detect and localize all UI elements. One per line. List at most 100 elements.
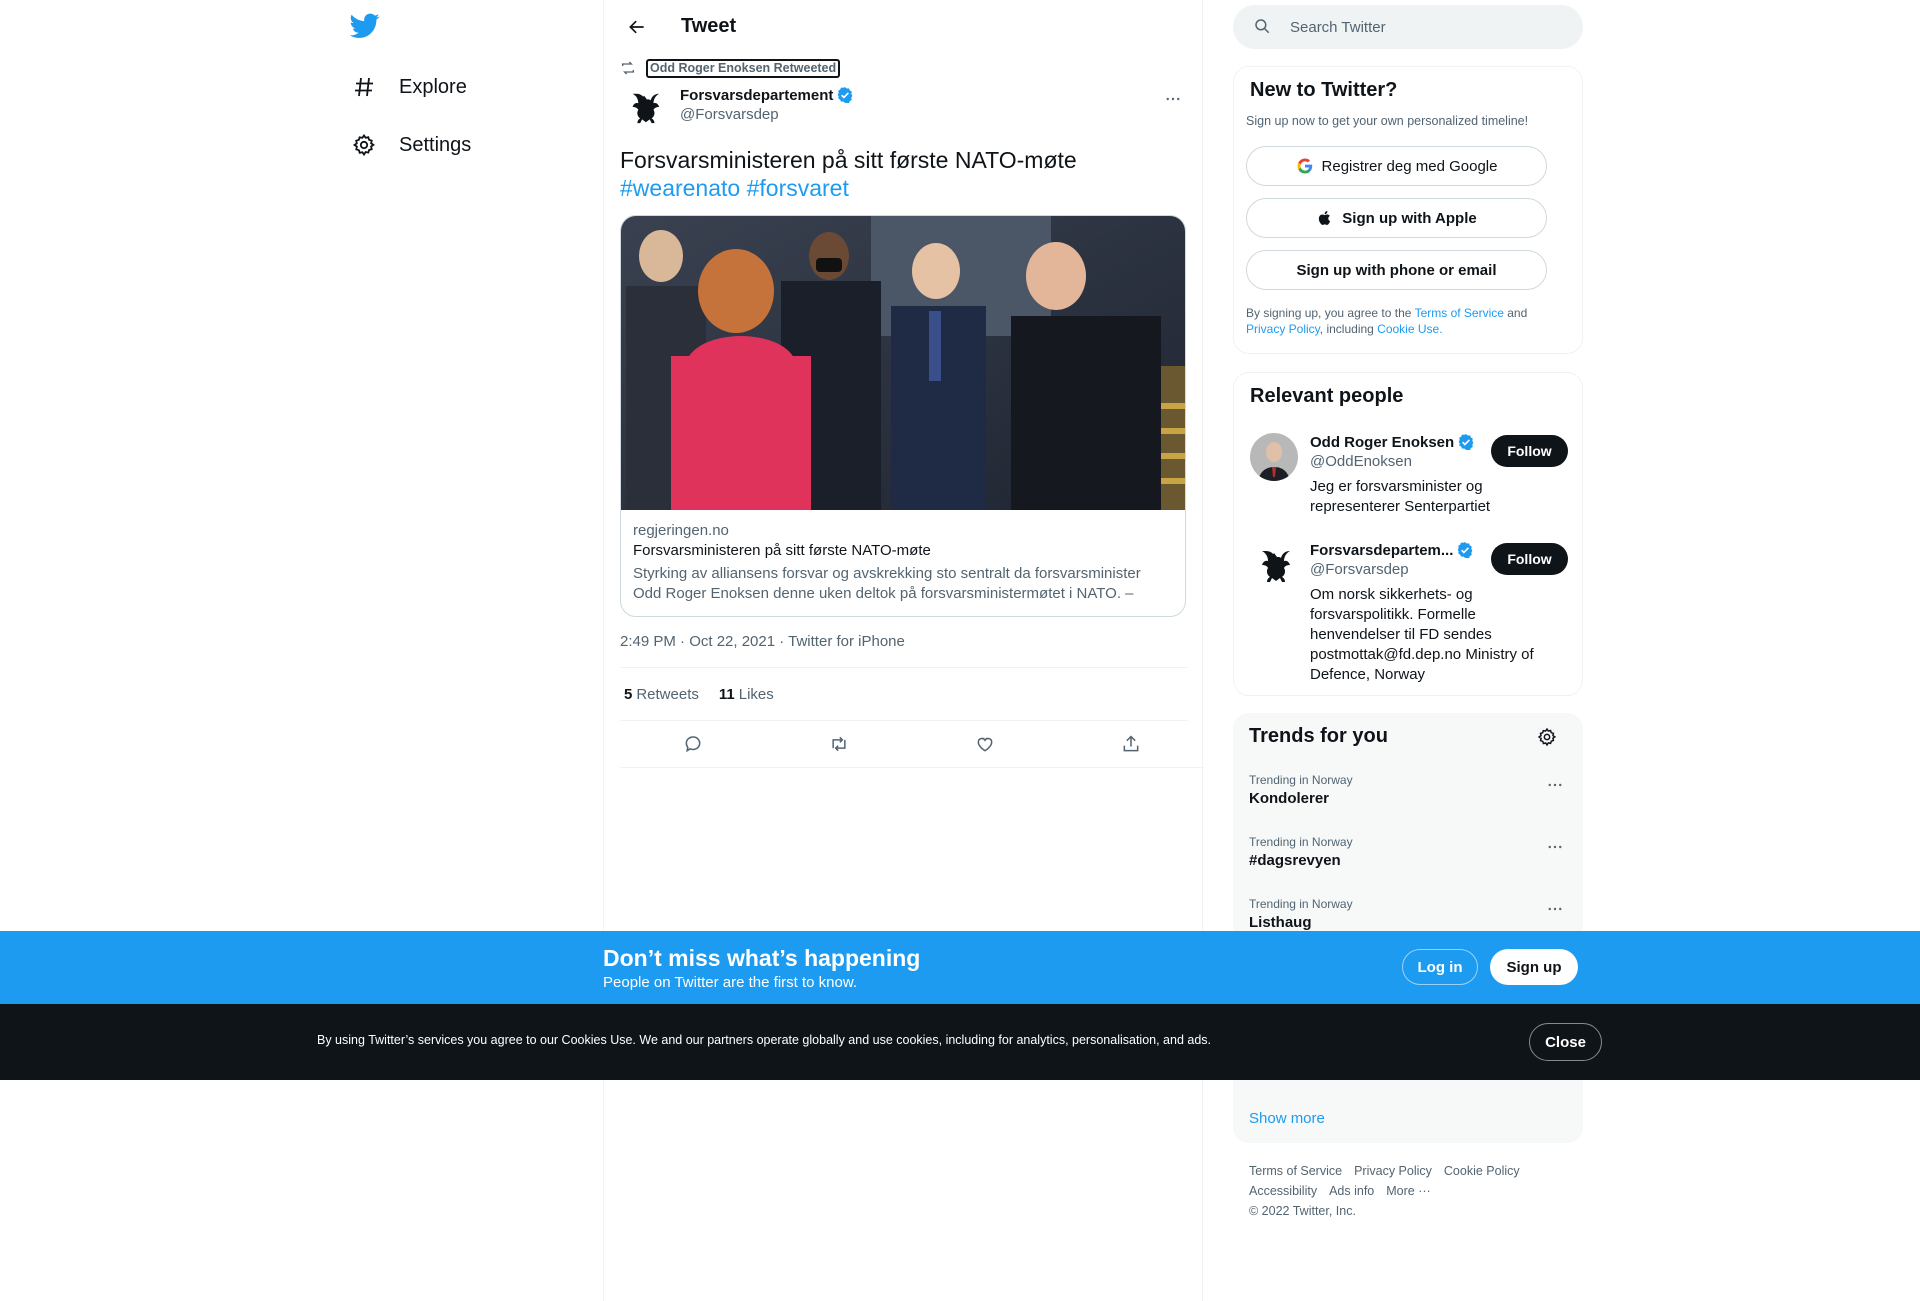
signup-banner: Don’t miss what’s happening People on Tw… [0, 931, 1920, 1004]
nav-settings[interactable]: Settings [350, 120, 471, 170]
terms-and: and [1503, 306, 1528, 320]
timestamp-text: 2:49 PM · Oct 22, 2021 · Twitter for iPh… [620, 633, 905, 650]
google-signup-button[interactable]: Registrer deg med Google [1246, 146, 1547, 186]
footer-link[interactable]: Cookie Policy [1444, 1164, 1520, 1178]
more-icon[interactable] [1158, 87, 1188, 111]
person-info: Forsvarsdepartem... @Forsvarsdep [1310, 541, 1490, 578]
follow-button[interactable]: Follow [1491, 543, 1568, 575]
back-arrow-icon[interactable] [620, 10, 654, 44]
search-icon [1253, 17, 1273, 37]
cookie-text: By using Twitter’s services you agree to… [317, 1033, 1212, 1047]
footer-link[interactable]: Terms of Service [1249, 1164, 1342, 1178]
cookie-bar: By using Twitter’s services you agree to… [0, 1004, 1920, 1080]
gear-icon [350, 131, 378, 159]
tweet-stats: 5 Retweets 11 Likes [620, 668, 1188, 721]
avatar[interactable] [1250, 433, 1298, 481]
nav-settings-label: Settings [399, 133, 472, 156]
footer-link[interactable]: Privacy Policy [1354, 1164, 1432, 1178]
retweets-count: 5 [624, 685, 633, 703]
trend-item[interactable]: Trending in Norway Listhaug [1249, 897, 1567, 931]
trend-item[interactable]: Trending in Norway #dagsrevyen [1249, 835, 1567, 869]
like-icon[interactable] [967, 726, 1003, 762]
verified-badge-icon [1457, 433, 1475, 451]
person-name-text: Odd Roger Enoksen [1310, 433, 1455, 451]
author-handle[interactable]: @Forsvarsdep [680, 106, 854, 123]
card-meta: regjeringen.no Forsvarsministeren på sit… [621, 510, 1185, 616]
apple-signup-button[interactable]: Sign up with Apple [1246, 198, 1547, 238]
footer-link[interactable]: More ··· [1386, 1184, 1430, 1198]
signup-button[interactable]: Sign up [1490, 949, 1578, 985]
card-description: Styrking av alliansens forsvar og avskre… [633, 565, 1141, 602]
likes-stat[interactable]: 11 Likes [719, 686, 774, 703]
show-more-link[interactable]: Show more [1249, 1110, 1325, 1127]
privacy-policy-link[interactable]: Privacy Policy [1246, 322, 1320, 336]
person-name[interactable]: Odd Roger Enoksen [1310, 433, 1490, 451]
retweet-icon [620, 60, 636, 76]
copyright: © 2022 Twitter, Inc. [1249, 1204, 1356, 1218]
retweets-label: Retweets [636, 685, 699, 703]
more-icon[interactable] [1543, 775, 1567, 795]
author-name-text: Forsvarsdepartement [680, 86, 834, 104]
more-icon[interactable] [1543, 899, 1567, 919]
share-icon[interactable] [1113, 726, 1149, 762]
norway-coat-of-arms-icon [1262, 551, 1290, 582]
hashtag-icon [350, 73, 378, 101]
banner-headline: Don’t miss what’s happening [603, 945, 921, 971]
google-signup-label: Registrer deg med Google [1321, 157, 1498, 175]
tweet-timestamp[interactable]: 2:49 PM · Oct 22, 2021 · Twitter for iPh… [620, 633, 1188, 668]
follow-button[interactable]: Follow [1491, 435, 1568, 467]
tweet-author: Forsvarsdepartement @Forsvarsdep [620, 83, 1188, 133]
trend-name: #dagsrevyen [1249, 852, 1341, 869]
nav-explore[interactable]: Explore [350, 62, 467, 112]
phone-email-signup-button[interactable]: Sign up with phone or email [1246, 250, 1547, 290]
retweets-stat[interactable]: 5 Retweets [624, 686, 699, 703]
login-button[interactable]: Log in [1402, 949, 1478, 985]
twitter-logo-icon[interactable] [349, 10, 384, 44]
trend-name: Kondolerer [1249, 790, 1330, 807]
avatar[interactable] [1250, 541, 1298, 589]
page-title: Tweet [681, 15, 737, 37]
tweet-actions [620, 721, 1204, 768]
trend-item[interactable]: Trending in Norway Kondolerer [1249, 773, 1567, 807]
person-name-text: Forsvarsdepartem... [1310, 541, 1454, 559]
trend-category: Trending in Norway [1249, 897, 1353, 911]
norway-coat-of-arms-icon [632, 93, 660, 124]
person-name[interactable]: Forsvarsdepartem... [1310, 541, 1490, 559]
reply-icon[interactable] [675, 726, 711, 762]
retweet-icon[interactable] [821, 726, 857, 762]
footer-link[interactable]: Ads info [1329, 1184, 1374, 1198]
search-placeholder: Search Twitter [1290, 18, 1386, 36]
person-handle: @Forsvarsdep [1310, 561, 1409, 578]
author-name[interactable]: Forsvarsdepartement [680, 86, 854, 104]
apple-signup-label: Sign up with Apple [1342, 209, 1477, 227]
person-photo [1250, 433, 1298, 481]
nato-meeting-photo [621, 216, 1185, 510]
phone-email-signup-label: Sign up with phone or email [1296, 261, 1497, 279]
terms-of-service-link[interactable]: Terms of Service [1415, 306, 1504, 320]
signup-terms: By signing up, you agree to the Terms of… [1246, 305, 1566, 337]
person-handle: @OddEnoksen [1310, 453, 1412, 470]
person-info: Odd Roger Enoksen @OddEnoksen [1310, 433, 1490, 470]
cookie-use-link[interactable]: Cookie Use. [1377, 322, 1442, 336]
card-title: Forsvarsministeren på sitt første NATO-m… [633, 542, 931, 559]
retweeted-by-link[interactable]: Odd Roger Enoksen Retweeted [646, 58, 841, 78]
panel-title: Trends for you [1249, 725, 1388, 747]
hashtag-link[interactable]: #wearenato [620, 175, 740, 201]
hashtag-link[interactable]: #forsvaret [747, 175, 849, 201]
footer-link[interactable]: Accessibility [1249, 1184, 1317, 1198]
card-domain: regjeringen.no [633, 522, 729, 539]
link-card[interactable]: regjeringen.no Forsvarsministeren på sit… [620, 215, 1186, 617]
search-input[interactable]: Search Twitter [1233, 5, 1583, 49]
more-icon[interactable] [1543, 837, 1567, 857]
terms-including: , including [1319, 322, 1378, 336]
google-icon [1296, 157, 1314, 175]
panel-title: Relevant people [1250, 385, 1404, 407]
banner-subline: People on Twitter are the first to know. [603, 974, 858, 991]
likes-label: Likes [738, 685, 774, 703]
trend-category: Trending in Norway [1249, 773, 1353, 787]
tweet: Odd Roger Enoksen Retweeted Forsvarsdepa… [620, 53, 1204, 768]
gear-icon[interactable] [1537, 727, 1559, 749]
avatar[interactable] [620, 83, 668, 131]
close-button[interactable]: Close [1529, 1023, 1602, 1061]
likes-count: 11 [718, 685, 735, 703]
